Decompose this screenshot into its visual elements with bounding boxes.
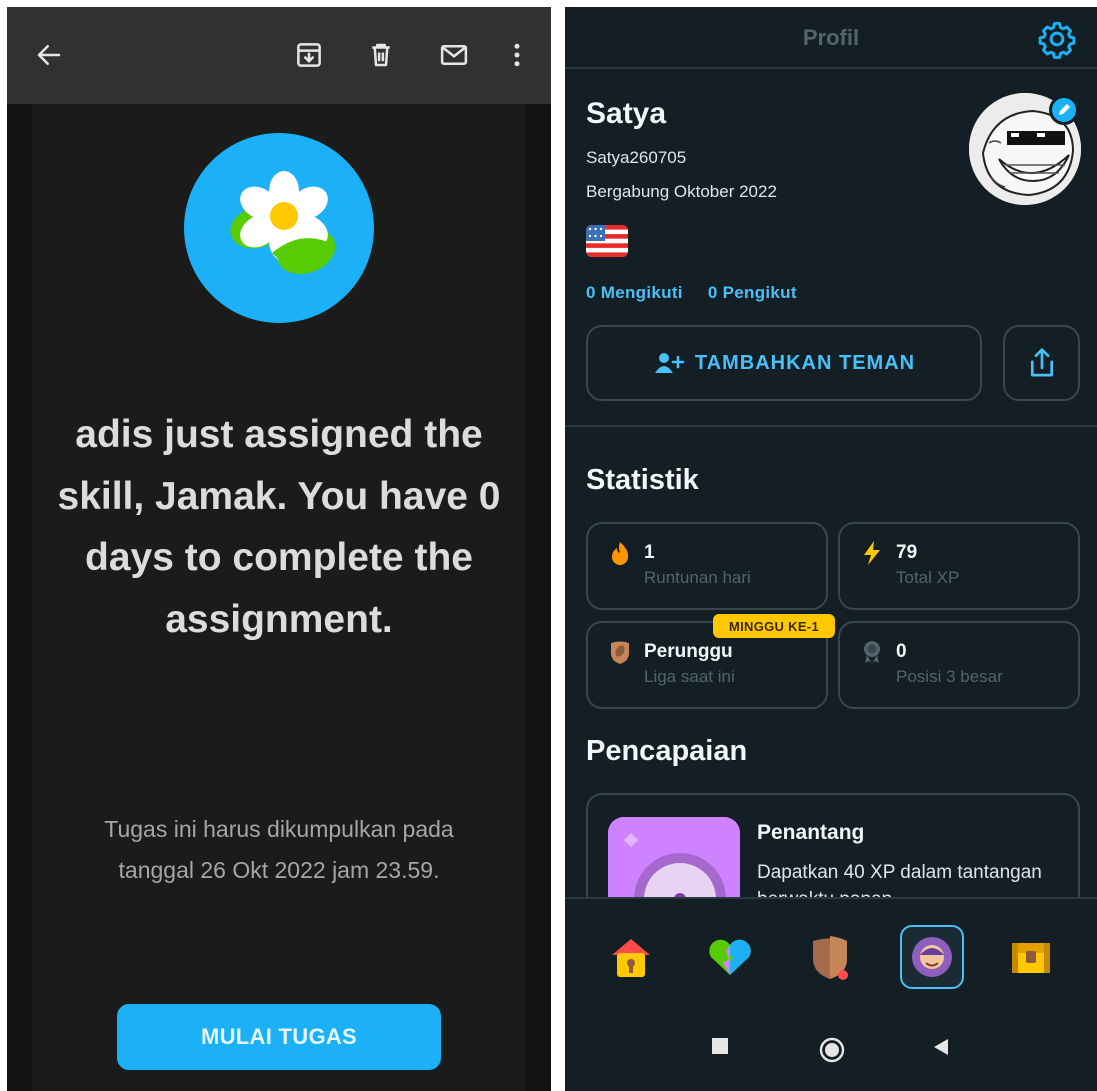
- lightning-icon: [860, 540, 884, 566]
- home-circle-icon[interactable]: [819, 1037, 845, 1063]
- achievement-name: Penantang: [757, 821, 865, 844]
- add-user-icon: [654, 353, 685, 373]
- share-icon: [1030, 348, 1053, 377]
- bronze-shield-icon: [608, 639, 632, 665]
- stat-card-xp: 79 Total XP: [838, 522, 1080, 610]
- flower-icon: [184, 133, 374, 323]
- following-link[interactable]: 0 Mengikuti: [586, 283, 683, 302]
- profile-screen: Profil Satya Satya260705 Bergabung Oktob…: [565, 7, 1097, 1091]
- week-badge: MINGGU KE-1: [713, 614, 835, 638]
- edit-avatar-icon[interactable]: [1049, 95, 1079, 125]
- xp-label: Total XP: [896, 568, 960, 587]
- shield-icon[interactable]: [798, 925, 862, 989]
- more-vertical-icon[interactable]: [499, 37, 535, 73]
- profile-icon[interactable]: [900, 925, 964, 989]
- bottom-nav: [565, 897, 1097, 1091]
- envelope-icon[interactable]: [436, 37, 472, 73]
- stat-card-top3: 0 Posisi 3 besar: [838, 621, 1080, 709]
- flame-icon: [608, 540, 632, 566]
- mail-toolbar: [7, 7, 551, 104]
- joined-date: Bergabung Oktober 2022: [586, 182, 777, 201]
- recents-icon[interactable]: [711, 1037, 729, 1055]
- start-assignment-button[interactable]: MULAI TUGAS: [117, 1004, 441, 1070]
- league-label: Liga saat ini: [644, 667, 735, 686]
- share-button[interactable]: [1003, 325, 1080, 401]
- top3-value: 0: [896, 641, 907, 662]
- medal-icon: [860, 639, 884, 665]
- add-friend-label: TAMBAHKAN TEMAN: [694, 351, 916, 374]
- page-title: Profil: [802, 25, 860, 50]
- league-value: Perunggu: [644, 641, 733, 662]
- trash-icon[interactable]: [363, 37, 399, 73]
- section-divider: [565, 425, 1097, 427]
- archive-icon[interactable]: [291, 37, 327, 73]
- stat-card-streak: 1 Runtunan hari: [586, 522, 828, 610]
- back-triangle-icon[interactable]: [932, 1037, 950, 1057]
- followers-link[interactable]: 0 Pengikut: [708, 283, 797, 302]
- home-icon[interactable]: [599, 925, 663, 989]
- chest-icon[interactable]: [999, 925, 1063, 989]
- due-date-text: Tugas ini harus dikumpulkan pada tanggal…: [104, 816, 454, 883]
- mail-screen: adis just assigned the skill, Jamak. You…: [7, 7, 551, 1091]
- profile-name: Satya: [586, 97, 667, 130]
- arrow-left-icon[interactable]: [31, 37, 67, 73]
- follow-counts: 0 Mengikuti 0 Pengikut: [586, 283, 817, 303]
- email-body: adis just assigned the skill, Jamak. You…: [32, 104, 526, 1091]
- statistics-title: Statistik: [586, 464, 699, 496]
- add-friend-button[interactable]: TAMBAHKAN TEMAN: [586, 325, 982, 401]
- top3-label: Posisi 3 besar: [896, 667, 1003, 686]
- email-headline: adis just assigned the skill, Jamak. You…: [57, 413, 501, 641]
- xp-value: 79: [896, 542, 918, 563]
- gear-icon[interactable]: [1037, 19, 1077, 59]
- achievements-title: Pencapaian: [586, 735, 748, 767]
- heart-icon[interactable]: [698, 925, 762, 989]
- us-flag-icon[interactable]: [586, 225, 628, 257]
- streak-label: Runtunan hari: [644, 568, 751, 587]
- streak-value: 1: [644, 542, 655, 563]
- profile-username: Satya260705: [586, 148, 687, 167]
